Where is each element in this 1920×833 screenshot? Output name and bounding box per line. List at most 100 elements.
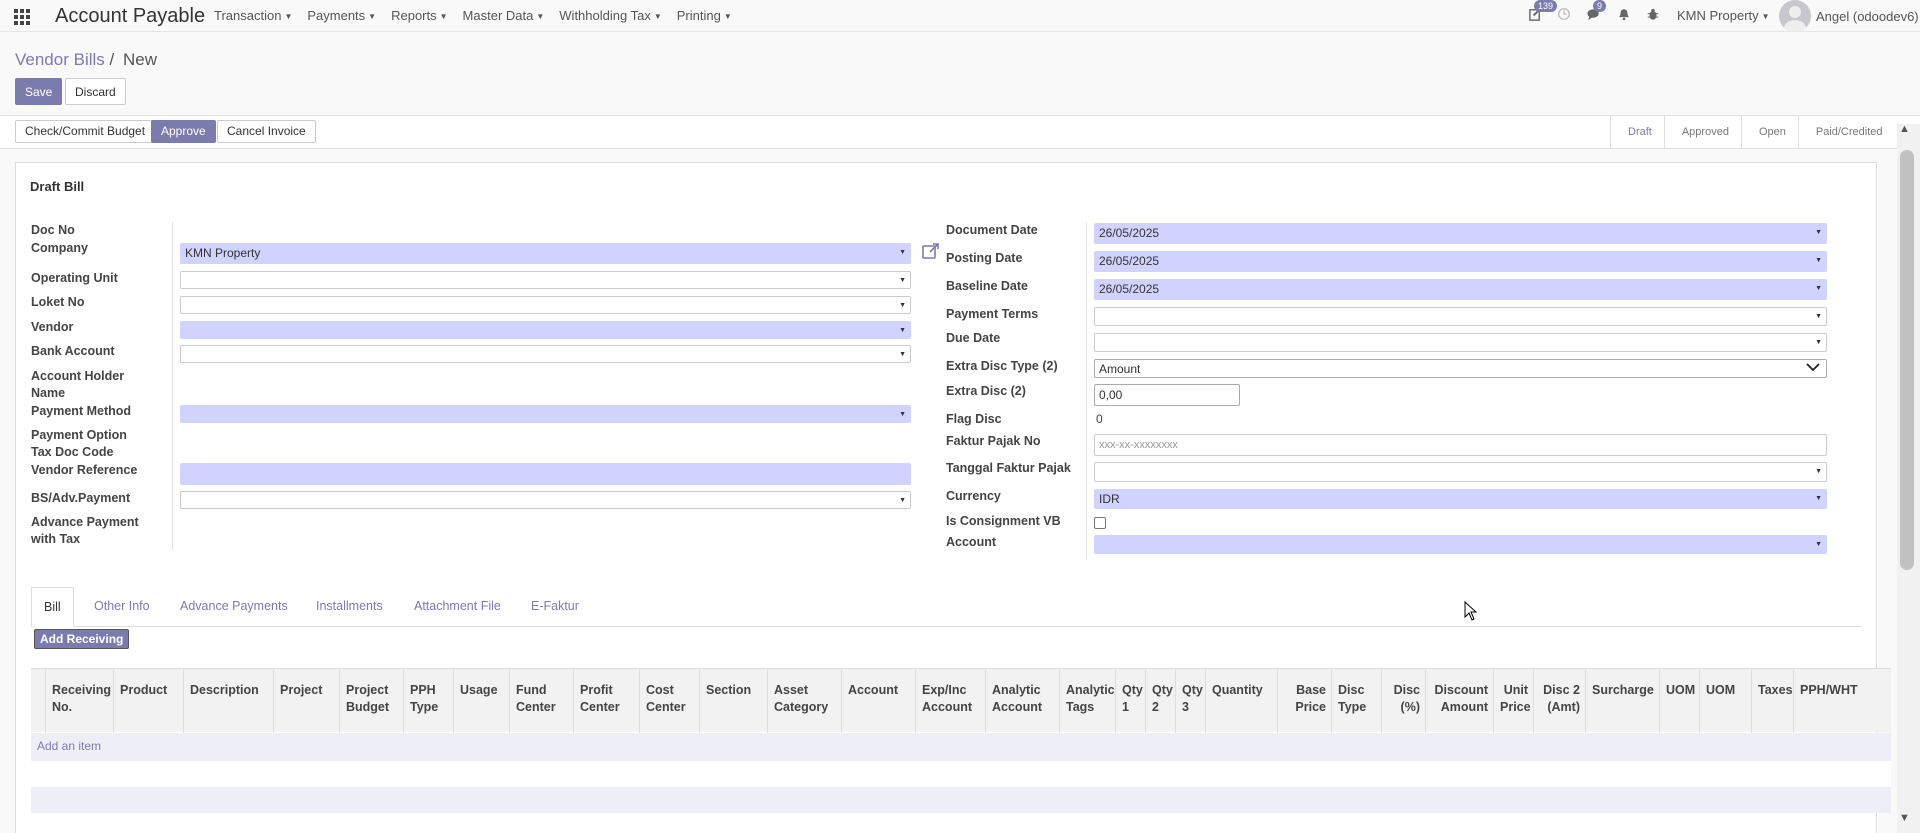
breadcrumb-vendor-bills[interactable]: Vendor Bills [15, 50, 105, 69]
tab-installments[interactable]: Installments [316, 587, 383, 627]
column-header-text: Description [190, 683, 259, 697]
label-loket-no: Loket No [31, 295, 85, 309]
loket-no-field[interactable]: ▼ [180, 296, 911, 314]
faktur-pajak-no-input[interactable]: xxx-xx-xxxxxxxx [1094, 434, 1827, 456]
tab-e-faktur[interactable]: E-Faktur [531, 587, 579, 627]
column-header[interactable]: Asset Category [767, 669, 841, 733]
column-header[interactable]: Exp/Inc Account [915, 669, 985, 733]
avatar[interactable] [1779, 0, 1811, 32]
column-header[interactable]: Receiving No. [45, 669, 113, 733]
column-header[interactable]: Project Budget [339, 669, 403, 733]
column-header[interactable]: Description [183, 669, 273, 733]
column-header[interactable]: Account [841, 669, 915, 733]
status-approved[interactable]: Approved [1663, 116, 1741, 149]
add-item-link[interactable]: Add an item [37, 739, 101, 753]
column-header-text: 1 [1122, 700, 1129, 714]
status-paid-credited[interactable]: Paid/Credited [1797, 116, 1895, 149]
column-header[interactable]: Section [699, 669, 767, 733]
posting-date-field[interactable]: 26/05/2025 ▼ [1094, 251, 1827, 272]
external-link-icon[interactable] [922, 242, 940, 260]
scroll-up-icon[interactable]: ▲ [1899, 123, 1910, 135]
baseline-date-field[interactable]: 26/05/2025 ▼ [1094, 279, 1827, 300]
activity-icon[interactable]: 139 [1526, 0, 1558, 25]
column-header[interactable]: Discount Amount [1425, 669, 1493, 733]
column-header-text: Account [922, 700, 972, 714]
bank-account-field[interactable]: ▼ [180, 345, 911, 363]
column-header[interactable]: Surcharge [1585, 669, 1659, 733]
document-date-field[interactable]: 26/05/2025 ▼ [1094, 223, 1827, 244]
company-field[interactable]: KMN Property ▼ [180, 243, 911, 264]
user-menu[interactable]: Angel (odoodev6) [1816, 9, 1919, 24]
column-header[interactable]: Disc (%) [1381, 669, 1425, 733]
tab-bill[interactable]: Bill [31, 587, 74, 627]
column-header[interactable]: Base Price [1277, 669, 1331, 733]
column-header[interactable]: Product [113, 669, 183, 733]
chat-icon[interactable]: 9 [1585, 0, 1607, 25]
company-switcher[interactable]: KMN Property ▼ [1677, 8, 1770, 23]
menu-transaction[interactable]: Transaction ▼ [214, 8, 292, 23]
bs-adv-payment-field[interactable]: ▼ [180, 491, 911, 509]
tab-attachment-file[interactable]: Attachment File [414, 587, 501, 627]
column-header[interactable]: Fund Center [509, 669, 573, 733]
extra-disc-input[interactable]: 0,00 [1094, 384, 1240, 406]
column-header[interactable]: Usage [453, 669, 509, 733]
add-receiving-button[interactable]: Add Receiving [34, 629, 130, 649]
currency-field[interactable]: IDR ▼ [1094, 489, 1827, 509]
check-commit-budget-button[interactable]: Check/Commit Budget [15, 120, 156, 143]
tanggal-faktur-pajak-field[interactable]: ▼ [1094, 462, 1827, 482]
bell-icon[interactable] [1615, 7, 1633, 25]
discard-button[interactable]: Discard [65, 78, 126, 105]
column-header[interactable]: Qty 3 [1175, 669, 1205, 733]
column-header[interactable]: Cost Center [639, 669, 699, 733]
account-field[interactable]: ▼ [1094, 535, 1827, 554]
column-header[interactable]: Taxes [1751, 669, 1793, 733]
vendor-field[interactable]: ▼ [180, 321, 911, 339]
menu-withholding-tax[interactable]: Withholding Tax ▼ [559, 8, 661, 23]
status-open[interactable]: Open [1740, 116, 1798, 149]
clock-icon[interactable] [1555, 7, 1573, 25]
tab-other-info[interactable]: Other Info [94, 587, 150, 627]
label-bank-account: Bank Account [31, 344, 115, 358]
apps-grid-icon[interactable] [14, 9, 30, 25]
column-header[interactable]: Profit Center [573, 669, 639, 733]
column-header[interactable]: Unit Price [1493, 669, 1533, 733]
menu-payments[interactable]: Payments ▼ [307, 8, 376, 23]
column-header[interactable]: Project [273, 669, 339, 733]
breadcrumb-current: New [122, 50, 157, 69]
column-header-text: Qty [1122, 683, 1143, 697]
due-date-field[interactable]: ▼ [1094, 333, 1827, 352]
scroll-down-icon[interactable]: ▼ [1899, 812, 1910, 824]
column-header[interactable]: Quantity [1205, 669, 1277, 733]
column-header[interactable]: Analytic Tags [1059, 669, 1115, 733]
approve-button[interactable]: Approve [151, 120, 216, 143]
payment-terms-field[interactable]: ▼ [1094, 307, 1827, 326]
menu-master-data[interactable]: Master Data ▼ [463, 8, 545, 23]
bug-icon[interactable] [1644, 7, 1662, 25]
column-header[interactable]: Qty 1 [1115, 669, 1145, 733]
label-flag-disc: Flag Disc [946, 412, 1002, 426]
left-group-divider [172, 222, 173, 550]
column-header[interactable]: Disc 2 (Amt) [1533, 669, 1585, 733]
scrollbar-thumb[interactable] [1900, 150, 1914, 570]
menu-printing[interactable]: Printing ▼ [677, 8, 732, 23]
save-button[interactable]: Save [15, 78, 63, 105]
form-title: Draft Bill [30, 179, 85, 194]
column-header[interactable]: PPH Type [403, 669, 453, 733]
column-header[interactable]: Disc Type [1331, 669, 1381, 733]
column-header[interactable]: Analytic Account [985, 669, 1059, 733]
is-consignment-checkbox[interactable] [1094, 517, 1106, 529]
operating-unit-field[interactable]: ▼ [180, 271, 911, 289]
payment-method-field[interactable]: ▼ [180, 405, 911, 423]
vendor-reference-field[interactable] [180, 463, 911, 485]
menu-reports[interactable]: Reports ▼ [391, 8, 447, 23]
column-header[interactable]: PPH/WHT [1793, 669, 1858, 733]
label-extra-disc: Extra Disc (2) [946, 384, 1026, 398]
status-draft[interactable]: Draft [1610, 116, 1664, 149]
cancel-invoice-button[interactable]: Cancel Invoice [217, 120, 316, 143]
column-header[interactable]: UOM [1659, 669, 1699, 733]
extra-disc-type-select[interactable]: Amount [1094, 359, 1827, 378]
column-header-text: Center [516, 700, 556, 714]
tab-advance-payments[interactable]: Advance Payments [180, 587, 288, 627]
column-header[interactable]: UOM [1699, 669, 1751, 733]
column-header[interactable]: Qty 2 [1145, 669, 1175, 733]
